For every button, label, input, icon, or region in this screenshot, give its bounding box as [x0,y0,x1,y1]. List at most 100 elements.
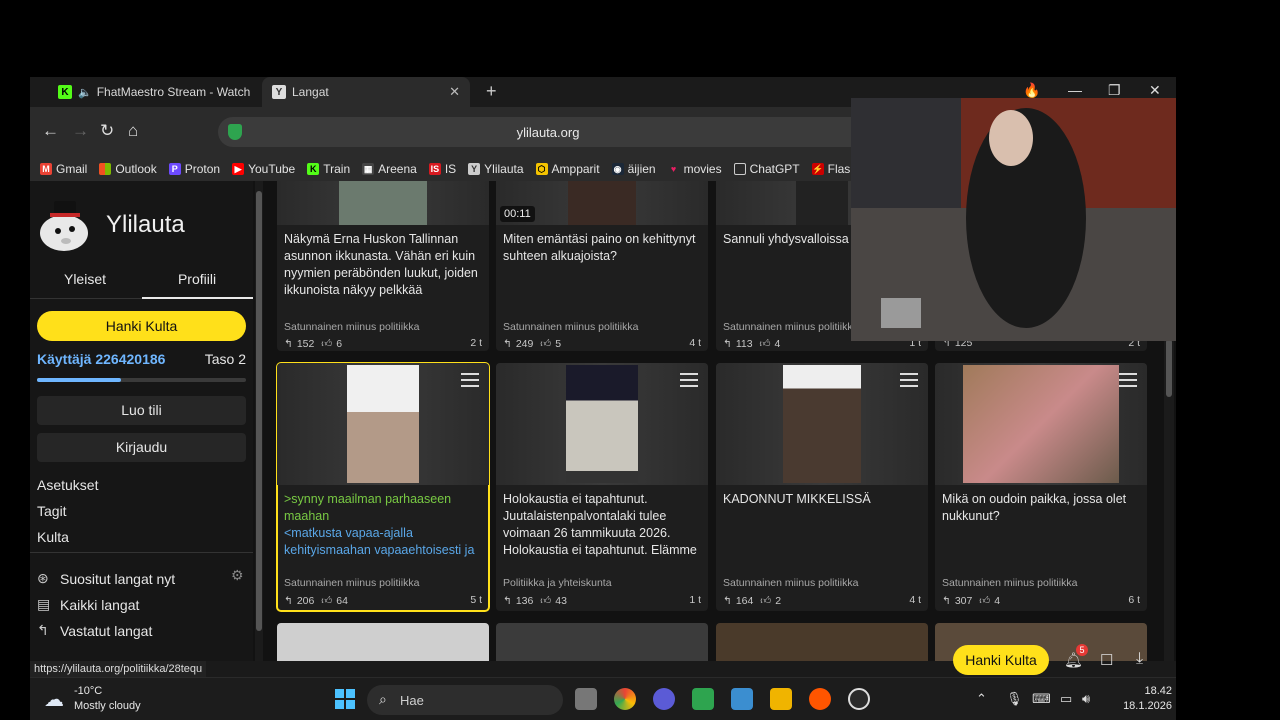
bookmark-aijien[interactable]: ◉ äijien [611,162,656,176]
thread-card[interactable]: >synny maailman parhaaseen maahan <matku… [276,362,490,612]
download-icon[interactable]: ⤓ [1136,650,1143,668]
thread-thumbnail [277,623,489,661]
gear-icon[interactable]: ⚙ [231,567,244,584]
chrome-icon[interactable] [614,688,636,710]
ylilauta-favicon-icon: Y [272,85,286,99]
bookmark-movies[interactable]: ♥ movies [668,162,722,176]
thread-category: Politiikka ja yhteiskunta [503,577,612,589]
bookmark-train[interactable]: K Train [307,162,350,176]
create-account-button[interactable]: Luo tili [37,396,246,425]
username[interactable]: Käyttäjä 226420186 [37,351,165,367]
thread-card[interactable]: KADONNUT MIKKELISSÄ Satunnainen miinus p… [716,363,928,611]
login-button[interactable]: Kirjaudu [37,433,246,462]
microphone-icon[interactable]: 🎙︎ [1006,691,1023,707]
scroll-thumb[interactable] [256,191,262,631]
cloud-icon[interactable]: ☁ [44,687,64,712]
bookmark-ampparit[interactable]: ⬡ Ampparit [535,162,600,176]
clock-date[interactable]: 18.1.2026 [1106,700,1172,712]
thread-stats: ↰ 152 👍︎ 6 [284,337,342,351]
folder-icon[interactable] [770,688,792,710]
taskbar-search[interactable]: ⌕ Hae [367,685,563,715]
user-level: Taso 2 [204,351,246,367]
thread-image [568,181,636,225]
scroll-thumb[interactable] [1166,339,1172,397]
bookmark-icon[interactable]: ☐ [1100,651,1113,669]
bookmark-gmail[interactable]: M Gmail [40,162,87,176]
weather-condition[interactable]: Mostly cloudy [74,700,141,712]
thread-image [347,365,419,483]
thread-card[interactable]: Holokaustia ei tapahtunut. Juutalaistenp… [496,363,708,611]
sidebar-scrollbar[interactable] [255,181,263,661]
steam-icon[interactable] [848,688,870,710]
reply-icon: ↰ [503,594,512,607]
tab-yleiset[interactable]: Yleiset [30,271,140,287]
minimize-button[interactable]: — [1068,82,1082,98]
app-icon[interactable] [692,688,714,710]
thread-card[interactable]: Mikä on oudoin paikka, jossa olet nukkun… [935,363,1147,611]
thread-card[interactable] [277,623,489,661]
menu-icon[interactable] [900,373,918,387]
windows-start-icon[interactable] [335,689,355,709]
bookmark-label: IS [444,162,457,176]
bookmark-youtube[interactable]: ▶ YouTube [232,162,295,176]
thread-age: 5 t [470,594,482,606]
reload-button[interactable]: ↻ [100,121,114,141]
thread-card[interactable] [716,623,928,661]
menu-icon[interactable] [1119,373,1137,387]
fire-icon[interactable]: 🔥 [1023,82,1040,99]
bookmark-chatgpt[interactable]: ChatGPT [733,162,800,176]
clock-time[interactable]: 18.42 [1106,685,1172,697]
back-button[interactable]: ← [42,121,59,141]
search-icon: ⌕ [379,691,387,707]
brave-icon[interactable] [809,688,831,710]
network-icon[interactable]: ▭ [1060,691,1072,707]
kick-icon: K [307,163,320,175]
tab-langat[interactable]: Y Langat ✕ [262,77,470,107]
thread-title: Mikä on oudoin paikka, jossa olet nukkun… [942,492,1127,523]
bookmark-outlook[interactable]: Outlook [99,162,157,176]
chevron-up-icon[interactable]: ⌃ [976,691,987,707]
is-icon: IS [428,163,441,175]
list-icon: ▤ [37,596,51,612]
status-url: https://ylilauta.org/politiikka/28tequ [30,661,207,677]
thread-card[interactable] [496,623,708,661]
thread-image [963,365,1119,483]
tab-profiili[interactable]: Profiili [142,271,252,287]
get-gold-button[interactable]: Hanki Kulta [37,311,246,341]
bookmark-areena[interactable]: ▦ Areena [362,162,417,176]
thread-card[interactable]: Näkymä Erna Huskon Tallinnan asunnon ikk… [277,181,489,351]
volume-icon[interactable]: 🔊︎ [1082,691,1090,707]
task-view-icon[interactable] [575,688,597,710]
gold-link[interactable]: Kulta [37,529,69,545]
bookmark-is[interactable]: IS IS [428,162,457,176]
nav-popular-threads[interactable]: ⊛ Suositut langat nyt [37,570,175,587]
bookmark-proton[interactable]: P Proton [168,162,220,176]
bookmark-ylilauta[interactable]: Y Ylilauta [468,162,524,176]
close-window-button[interactable]: ✕ [1149,82,1161,99]
obs-icon[interactable] [653,688,675,710]
nav-all-threads[interactable]: ▤ Kaikki langat [37,596,139,613]
nav-replied-threads[interactable]: ↰ Vastatut langat [37,622,152,639]
thread-stats: ↰ 307 👍︎ 4 [942,594,1000,608]
restore-button[interactable]: ❐ [1108,82,1121,99]
sidebar: Ylilauta Yleiset Profiili Hanki Kulta Kä… [30,181,253,661]
weather-temp[interactable]: -10°C [74,685,102,697]
ylilauta-logo[interactable] [36,195,96,255]
keyboard-icon[interactable]: ⌨ [1032,691,1051,707]
nav-label: Vastatut langat [60,622,153,639]
proton-icon: P [168,163,181,175]
menu-icon[interactable] [461,373,479,387]
settings-link[interactable]: Asetukset [37,477,98,493]
calculator-icon[interactable] [731,688,753,710]
tags-link[interactable]: Tagit [37,503,67,519]
menu-icon[interactable] [680,373,698,387]
address-bar[interactable]: ylilauta.org [218,117,878,147]
tab-fhatmaestro[interactable]: K 🔈 FhatMaestro Stream - Watch Li [48,77,260,107]
home-button[interactable]: ⌂ [128,121,138,141]
forward-button[interactable]: → [72,121,89,141]
close-tab-icon[interactable]: ✕ [449,84,460,100]
get-gold-floating-button[interactable]: Hanki Kulta [953,645,1049,675]
bookmark-label: Gmail [56,162,88,176]
new-tab-button[interactable]: + [486,81,497,102]
thread-thumbnail [496,623,708,661]
